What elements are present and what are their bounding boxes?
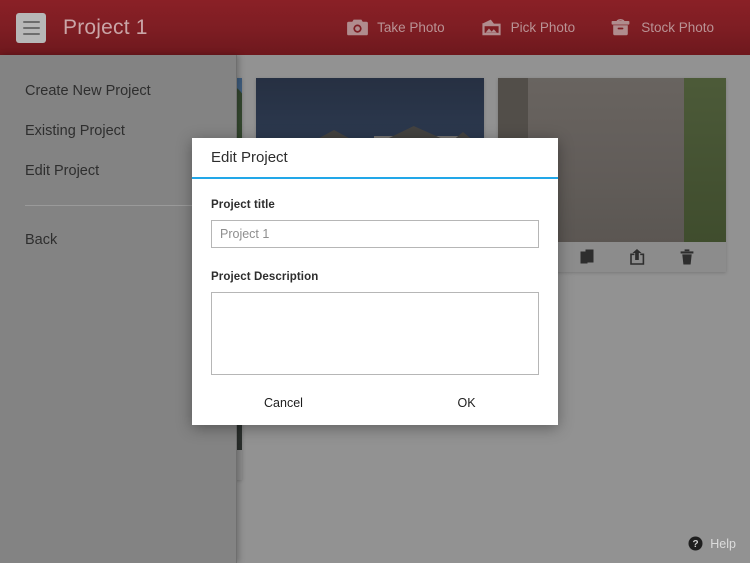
project-description-label: Project Description	[211, 271, 319, 283]
picture-icon	[481, 19, 502, 37]
page-title: Project 1	[63, 15, 148, 39]
question-circle-icon: ?	[688, 536, 703, 551]
camera-icon	[347, 19, 369, 37]
help-label: Help	[710, 536, 736, 551]
take-photo-label: Take Photo	[377, 20, 445, 35]
dialog-footer: Cancel OK	[192, 381, 558, 425]
take-photo-button[interactable]: Take Photo	[347, 19, 445, 37]
sidebar-item-label: Back	[25, 232, 58, 248]
app-header: Project 1 Take Photo Pick Photo Stock Ph…	[0, 0, 750, 55]
ok-button[interactable]: OK	[375, 388, 558, 418]
cancel-button[interactable]: Cancel	[192, 388, 375, 418]
pick-photo-button[interactable]: Pick Photo	[481, 19, 576, 37]
stock-photo-button[interactable]: Stock Photo	[611, 18, 714, 37]
project-description-input[interactable]	[211, 292, 539, 375]
sidebar-item-label: Create New Project	[25, 83, 151, 99]
sidebar-item-label: Edit Project	[25, 163, 100, 179]
project-title-label: Project title	[211, 199, 275, 211]
header-actions: Take Photo Pick Photo Stock Photo	[347, 18, 750, 37]
archive-box-icon	[611, 18, 632, 37]
project-title-input[interactable]	[211, 220, 539, 248]
stock-photo-label: Stock Photo	[641, 20, 714, 35]
hamburger-icon[interactable]	[16, 12, 46, 43]
edit-project-dialog: Edit Project Project title Project Descr…	[192, 138, 558, 425]
dialog-title: Edit Project	[211, 149, 288, 166]
svg-text:?: ?	[693, 539, 699, 550]
sidebar-item-label: Existing Project	[25, 123, 125, 139]
app-root: Create New Project Existing Project Edit…	[0, 0, 750, 563]
drawer-divider	[25, 205, 211, 206]
help-button[interactable]: ? Help	[688, 536, 736, 551]
pick-photo-label: Pick Photo	[510, 20, 576, 35]
dialog-body: Project title Project Description	[192, 179, 558, 381]
sidebar-item-create-new-project[interactable]: Create New Project	[0, 71, 236, 111]
